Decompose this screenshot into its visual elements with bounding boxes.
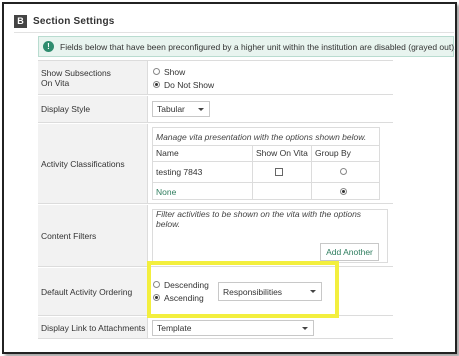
content-filters-cell: Filter activities to be shown on the vit… — [148, 205, 393, 266]
column-divider — [311, 146, 312, 199]
display-link-value: Template — [157, 323, 192, 333]
classification-name: testing 7843 — [156, 166, 203, 177]
default-ordering-label-text: Default Activity Ordering — [41, 286, 133, 297]
radio-show[interactable]: Show — [153, 65, 393, 78]
section-header: B Section Settings — [14, 14, 115, 28]
show-subsections-label-line1: Show Subsections — [41, 67, 111, 78]
header-divider — [14, 32, 454, 33]
display-style-label-text: Display Style — [41, 104, 91, 114]
section-title: Section Settings — [33, 15, 115, 27]
radio-button[interactable] — [153, 68, 160, 75]
section-settings-panel: B Section Settings ! Fields below that h… — [2, 2, 457, 354]
row-content-filters: Content Filters Filter activities to be … — [38, 205, 393, 267]
radio-label: Show — [164, 66, 186, 77]
display-style-value: Tabular — [157, 104, 185, 114]
display-link-label-text: Display Link to Attachments — [41, 322, 146, 333]
show-subsections-label: Show Subsections On Vita — [38, 61, 148, 94]
highlight-box — [147, 261, 339, 318]
display-style-select[interactable]: Tabular — [152, 101, 210, 117]
column-divider — [252, 146, 253, 199]
column-header-name: Name — [156, 148, 179, 158]
content-filters-label-text: Content Filters — [41, 230, 97, 241]
display-link-label: Display Link to Attachments — [38, 317, 148, 338]
chevron-down-icon — [302, 327, 308, 330]
show-on-vita-checkbox[interactable] — [275, 167, 283, 176]
classifications-table: Manage vita presentation with the option… — [152, 127, 380, 200]
chevron-down-icon — [198, 108, 204, 111]
default-ordering-label: Default Activity Ordering — [38, 268, 148, 315]
radio-label: Do Not Show — [164, 79, 215, 90]
column-header-show-on-vita: Show On Vita — [256, 148, 308, 158]
display-link-select[interactable]: Template — [152, 320, 314, 336]
activity-classifications-label-text: Activity Classifications — [41, 158, 125, 169]
section-badge: B — [14, 14, 27, 28]
content-filters-label: Content Filters — [38, 205, 148, 266]
row-show-subsections: Show Subsections On Vita Show Do Not Sho… — [38, 61, 393, 95]
show-subsections-label-line2: On Vita — [41, 77, 70, 88]
activity-classifications-label: Activity Classifications — [38, 124, 148, 203]
settings-grid: Show Subsections On Vita Show Do Not Sho… — [38, 60, 393, 339]
activity-classifications-cell: Manage vita presentation with the option… — [148, 124, 393, 203]
row-display-style: Display Style Tabular — [38, 96, 393, 123]
content-filters-box: Filter activities to be shown on the vit… — [152, 209, 388, 263]
classification-name-none[interactable]: None — [156, 183, 176, 200]
column-header-group-by: Group By — [315, 148, 351, 158]
info-icon: ! — [43, 41, 54, 52]
group-by-radio[interactable] — [340, 188, 347, 195]
info-notice: ! Fields below that have been preconfigu… — [38, 36, 457, 57]
classifications-caption: Manage vita presentation with the option… — [156, 132, 367, 142]
group-by-radio-cell — [340, 162, 351, 181]
display-style-cell: Tabular — [148, 96, 393, 122]
display-link-cell: Template — [148, 317, 393, 338]
radio-button[interactable] — [153, 81, 160, 88]
display-style-label: Display Style — [38, 96, 148, 122]
notice-text: Fields below that have been preconfigure… — [60, 41, 457, 52]
group-by-radio-cell — [340, 183, 351, 200]
show-subsections-options: Show Do Not Show — [148, 61, 393, 94]
row-display-link: Display Link to Attachments Template — [38, 317, 393, 339]
add-another-button[interactable]: Add Another — [320, 243, 379, 261]
content-filters-caption: Filter activities to be shown on the vit… — [156, 209, 362, 229]
row-activity-classifications: Activity Classifications Manage vita pre… — [38, 124, 393, 204]
show-on-vita-checkbox-cell — [275, 162, 283, 181]
radio-do-not-show[interactable]: Do Not Show — [153, 78, 393, 91]
group-by-radio[interactable] — [340, 168, 347, 175]
